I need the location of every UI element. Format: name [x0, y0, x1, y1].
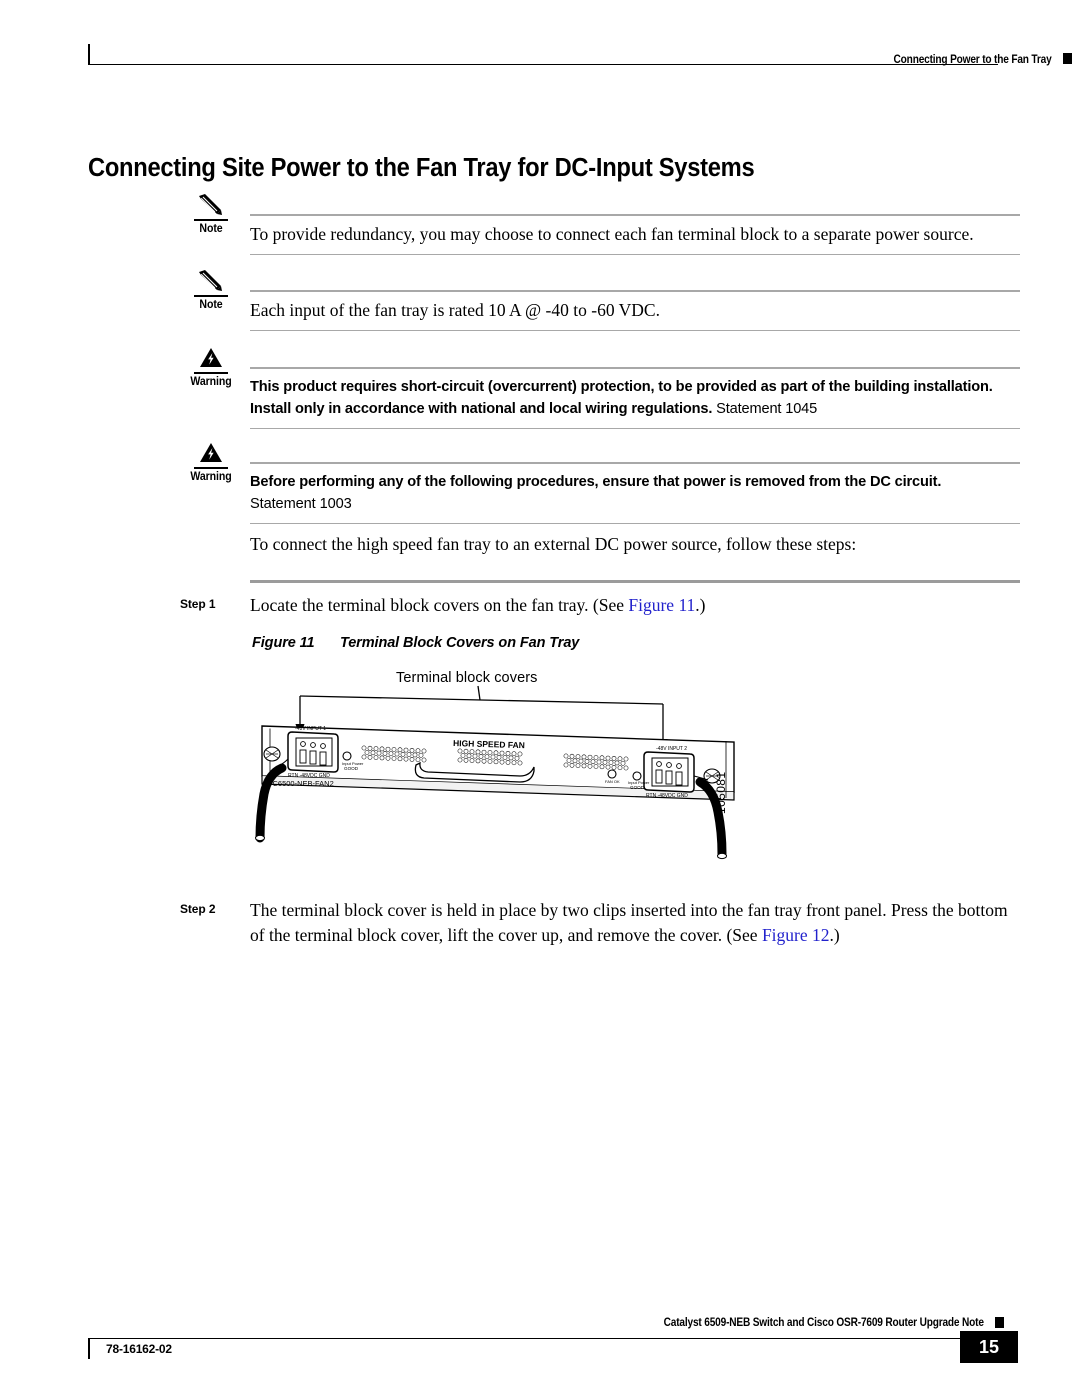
note-icon-wrap-1: Note [180, 192, 242, 235]
captive-screw-left [263, 746, 281, 762]
note-rule-bottom-1 [250, 253, 1020, 255]
footer-book-title: Catalyst 6509-NEB Switch and Cisco OSR-7… [663, 1317, 984, 1329]
warning-text-2: Before performing any of the following p… [250, 464, 1020, 523]
label-input-1: -48V INPUT 1 [295, 726, 326, 732]
led-fan-ok-right [607, 769, 617, 779]
figure-11-artwork: Terminal block covers -48V INPUT 1 RTN -… [248, 664, 748, 889]
header-rule [90, 64, 998, 65]
step-separator-rule-1 [250, 580, 1020, 583]
label-led-good-left: GOOD [344, 766, 359, 771]
warning-statement-1: Statement 1045 [716, 400, 818, 417]
warning-main-text-2: Before performing any of the following p… [250, 473, 942, 490]
warning-statement-2: Statement 1003 [250, 495, 352, 512]
figure-caption: Figure 11 Terminal Block Covers on Fan Tr… [252, 635, 579, 651]
warning-underline-2 [194, 467, 228, 469]
note-text-1: To provide redundancy, you may choose to… [250, 223, 974, 244]
page-number: 15 [960, 1331, 1018, 1363]
warning-body-1: This product requires short-circuit (ove… [250, 367, 1020, 429]
figure-12-xref[interactable]: Figure 12 [762, 925, 830, 945]
page-header [88, 44, 1018, 74]
note-underline-2 [194, 295, 228, 297]
warning-icon-wrap-2: Warning [180, 440, 242, 483]
warning-rule-bottom-1 [250, 427, 1020, 429]
warning-triangle-icon [200, 443, 222, 462]
led-input-power-good-left [342, 751, 352, 761]
page-footer: Catalyst 6509-NEB Switch and Cisco OSR-7… [88, 1317, 1018, 1370]
fan-tray-illustration: -48V INPUT 1 RTN -48VDC GND -C6500-NEB-F… [255, 685, 735, 860]
footer-square-marker [995, 1317, 1004, 1328]
header-square-marker [1063, 53, 1072, 64]
note-icon-wrap-2: Note [180, 268, 242, 311]
led-input-power-good-right [632, 771, 642, 781]
pencil-icon [199, 270, 222, 291]
intro-paragraph: To connect the high speed fan tray to an… [250, 534, 857, 554]
warning-triangle-icon [200, 348, 222, 367]
label-input-2: -48V INPUT 2 [656, 746, 687, 752]
note-text-2: Each input of the fan tray is rated 10 A… [250, 299, 660, 320]
warning-label-1: Warning [190, 376, 232, 388]
warning-label-2: Warning [190, 471, 232, 483]
figure-11-xref[interactable]: Figure 11 [628, 595, 695, 615]
warning-underline-1 [194, 372, 228, 374]
header-crop-mark [88, 44, 90, 65]
warning-text-1: This product requires short-circuit (ove… [250, 369, 1020, 428]
pencil-icon [199, 194, 222, 215]
figure-art-id: 105081 [714, 771, 728, 814]
note-label-1: Note [199, 223, 223, 235]
footer-rule [90, 1338, 970, 1339]
label-product-id: -C6500-NEB-FAN2 [270, 779, 334, 788]
step-label-1: Step 1 [180, 597, 216, 611]
footer-document-number: 78-16162-02 [106, 1342, 172, 1356]
warning-rule-bottom-2 [250, 522, 1020, 524]
note-underline-1 [194, 219, 228, 221]
note-body-2: Each input of the fan tray is rated 10 A… [250, 290, 1020, 331]
label-led-fan-ok: FAN OK [605, 779, 620, 784]
step-text-after-2: .) [829, 925, 840, 945]
step-text-2: The terminal block cover is held in plac… [250, 898, 1020, 948]
step-text-after-1: .) [695, 595, 706, 615]
step-text-before-1: Locate the terminal block covers on the … [250, 595, 629, 615]
step-text-before-2: The terminal block cover is held in plac… [250, 900, 1008, 945]
step-label-2: Step 2 [180, 902, 216, 916]
warning-icon-wrap-1: Warning [180, 345, 242, 388]
label-led-good-right: GOOD [630, 785, 645, 790]
figure-caption-text: Terminal Block Covers on Fan Tray [340, 635, 580, 651]
note-rule-bottom-2 [250, 329, 1020, 331]
page-title: Connecting Site Power to the Fan Tray fo… [88, 154, 755, 183]
label-wiring-right: RTN -48VDC GND [646, 793, 688, 799]
warning-main-text-1: This product requires short-circuit (ove… [250, 378, 993, 417]
note-label-2: Note [199, 299, 223, 311]
footer-crop-mark [88, 1338, 90, 1359]
figure-number: Figure 11 [252, 635, 315, 651]
running-head: Connecting Power to the Fan Tray [893, 54, 1052, 66]
step-text-1: Locate the terminal block covers on the … [250, 593, 1020, 618]
warning-body-2: Before performing any of the following p… [250, 462, 1020, 524]
note-body-1: To provide redundancy, you may choose to… [250, 214, 1020, 255]
